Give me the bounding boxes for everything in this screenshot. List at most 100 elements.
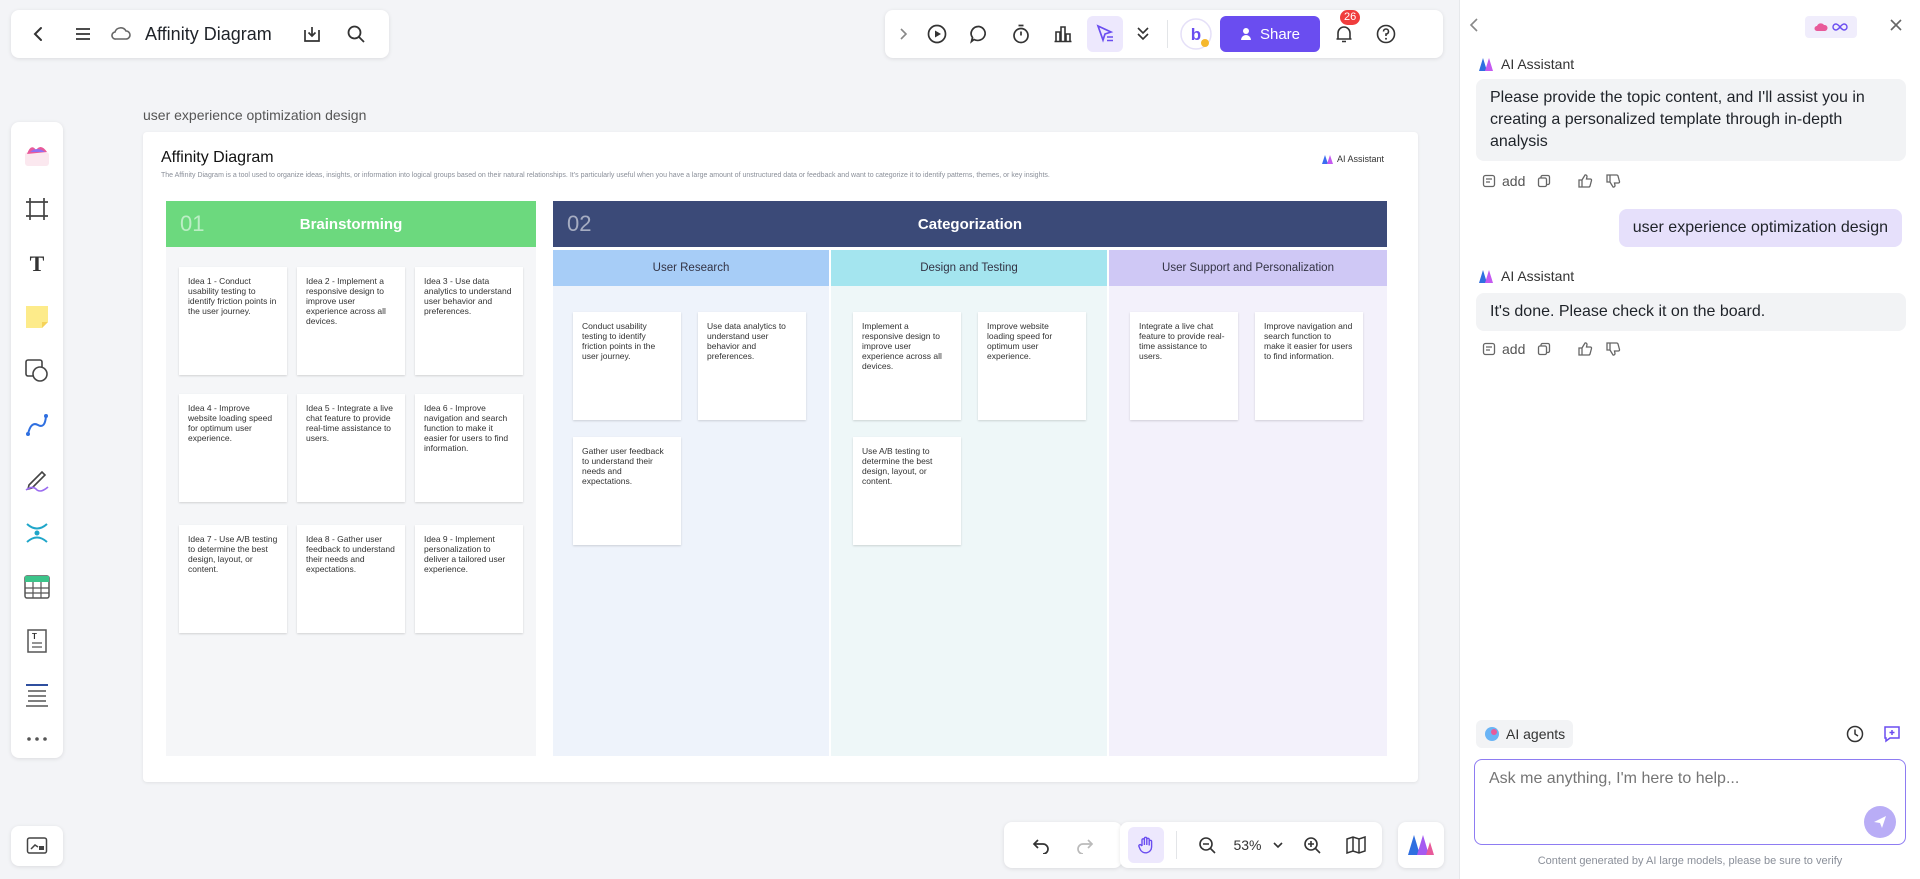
category-note[interactable]: Conduct usability testing to identify fr… [573, 312, 681, 420]
categorization-column[interactable]: 02 Categorization User Research Conduct … [553, 201, 1387, 756]
idea-note[interactable]: Idea 3 - Use data analytics to understan… [415, 267, 523, 375]
list-tool-icon[interactable] [15, 668, 59, 722]
zoom-level[interactable]: 53% [1233, 837, 1261, 853]
text-tool-icon[interactable]: T [15, 236, 59, 290]
thumbs-up-icon[interactable] [1577, 341, 1593, 357]
history-icon[interactable] [1845, 724, 1865, 744]
undo-icon[interactable] [1023, 827, 1059, 863]
send-button[interactable] [1864, 806, 1896, 838]
svg-text:T: T [32, 632, 37, 641]
share-button[interactable]: Share [1220, 16, 1320, 52]
zoom-in-icon[interactable] [1294, 827, 1330, 863]
connector-tool-icon[interactable] [15, 398, 59, 452]
add-label: add [1502, 341, 1526, 357]
category-note[interactable]: Improve navigation and search function t… [1255, 312, 1363, 420]
present-icon[interactable] [919, 16, 955, 52]
add-label: add [1502, 173, 1526, 189]
idea-note[interactable]: Idea 2 - Implement a responsive design t… [297, 267, 405, 375]
zoom-out-icon[interactable] [1189, 827, 1225, 863]
frame-label[interactable]: user experience optimization design [143, 107, 366, 123]
ai-logo-icon [1408, 835, 1434, 855]
notifications-button[interactable]: 26 [1326, 10, 1362, 52]
idea-note[interactable]: Idea 8 - Gather user feedback to underst… [297, 525, 405, 633]
comment-icon[interactable] [961, 16, 997, 52]
idea-note[interactable]: Idea 4 - Improve website loading speed f… [179, 394, 287, 502]
mind-map-icon[interactable] [15, 506, 59, 560]
redo-icon[interactable] [1067, 827, 1103, 863]
chevron-down-icon[interactable] [1270, 827, 1286, 863]
category-note[interactable]: Gather user feedback to understand their… [573, 437, 681, 545]
divider [1167, 20, 1168, 48]
send-icon [1874, 816, 1886, 828]
category-note[interactable]: Improve website loading speed for optimu… [978, 312, 1086, 420]
book-view-icon[interactable] [1338, 827, 1374, 863]
brainstorming-column[interactable]: 01 Brainstorming Idea 1 - Conduct usabil… [166, 201, 536, 756]
close-panel-icon[interactable] [1887, 16, 1905, 34]
new-chat-icon[interactable] [1882, 724, 1902, 744]
copy-icon[interactable] [1537, 174, 1551, 188]
group-user-support-and-personalization[interactable]: User Support and Personalization Integra… [1109, 250, 1387, 756]
disclaimer-text: Content generated by AI large models, pl… [1537, 855, 1843, 867]
diagram-description: The Affinity Diagram is a tool used to o… [161, 172, 1050, 179]
search-icon[interactable] [338, 16, 374, 52]
add-button[interactable]: add [1482, 341, 1525, 357]
tool-rail: T T [11, 122, 63, 758]
thumbs-down-icon[interactable] [1605, 173, 1621, 189]
svg-text:b: b [1191, 25, 1201, 44]
cursor-follow-icon[interactable] [1087, 16, 1123, 52]
group-user-research[interactable]: User Research Conduct usability testing … [553, 250, 829, 756]
ai-assistant-panel: AI Assistant Please provide the topic co… [1459, 0, 1920, 879]
affinity-diagram-frame[interactable]: Affinity Diagram The Affinity Diagram is… [143, 132, 1418, 782]
document-title[interactable]: Affinity Diagram [145, 24, 272, 45]
vote-icon[interactable] [1045, 16, 1081, 52]
copy-icon[interactable] [1537, 342, 1551, 356]
category-note[interactable]: Integrate a live chat feature to provide… [1130, 312, 1238, 420]
chevron-right-icon[interactable] [893, 16, 913, 52]
minimap-icon [26, 837, 48, 854]
ai-assistant-logo: AI Assistant [1321, 154, 1384, 164]
user-avatar[interactable]: b [1178, 16, 1214, 52]
idea-note[interactable]: Idea 1 - Conduct usability testing to id… [179, 267, 287, 375]
category-note[interactable]: Use A/B testing to determine the best de… [853, 437, 961, 545]
svg-text:T: T [30, 251, 45, 276]
idea-note[interactable]: Idea 6 - Improve navigation and search f… [415, 394, 523, 502]
table-tool-icon[interactable] [15, 560, 59, 614]
idea-note[interactable]: Idea 9 - Implement personalization to de… [415, 525, 523, 633]
message-actions: add [1482, 341, 1621, 357]
section-number: 02 [567, 211, 592, 236]
help-icon[interactable] [1368, 16, 1404, 52]
shape-tool-icon[interactable] [15, 344, 59, 398]
category-note[interactable]: Implement a responsive design to improve… [853, 312, 961, 420]
back-icon[interactable] [21, 16, 57, 52]
ai-launcher-button[interactable] [1398, 822, 1444, 868]
chat-input[interactable] [1474, 759, 1906, 845]
ai-mode-toggle[interactable] [1805, 16, 1857, 38]
ai-agents-button[interactable]: AI agents [1476, 720, 1574, 748]
cloud-ai-icon [1814, 23, 1828, 31]
templates-icon[interactable] [15, 128, 59, 182]
timer-icon[interactable] [1003, 16, 1039, 52]
thumbs-up-icon[interactable] [1577, 173, 1593, 189]
pen-tool-icon[interactable] [15, 452, 59, 506]
add-button[interactable]: add [1482, 173, 1525, 189]
hand-tool-icon[interactable] [1128, 827, 1165, 863]
minimap-toggle[interactable] [11, 826, 63, 866]
download-icon[interactable] [294, 16, 330, 52]
document-tool-icon[interactable]: T [15, 614, 59, 668]
notification-badge: 26 [1340, 10, 1361, 25]
menu-icon[interactable] [65, 16, 101, 52]
collapse-panel-icon[interactable] [1466, 16, 1484, 34]
idea-note[interactable]: Idea 5 - Integrate a live chat feature t… [297, 394, 405, 502]
idea-note[interactable]: Idea 7 - Use A/B testing to determine th… [179, 525, 287, 633]
more-icon[interactable] [15, 722, 59, 756]
frame-tool-icon[interactable] [15, 182, 59, 236]
group-design-and-testing[interactable]: Design and Testing Implement a responsiv… [831, 250, 1107, 756]
sticky-note-icon[interactable] [15, 290, 59, 344]
infinity-icon [1832, 23, 1848, 31]
ai-logo-icon [1479, 269, 1493, 283]
chevrons-down-icon[interactable] [1129, 16, 1157, 52]
category-note[interactable]: Use data analytics to understand user be… [698, 312, 806, 420]
logo-text: AI Assistant [1336, 154, 1384, 164]
thumbs-down-icon[interactable] [1605, 341, 1621, 357]
message-actions: add [1482, 173, 1621, 189]
